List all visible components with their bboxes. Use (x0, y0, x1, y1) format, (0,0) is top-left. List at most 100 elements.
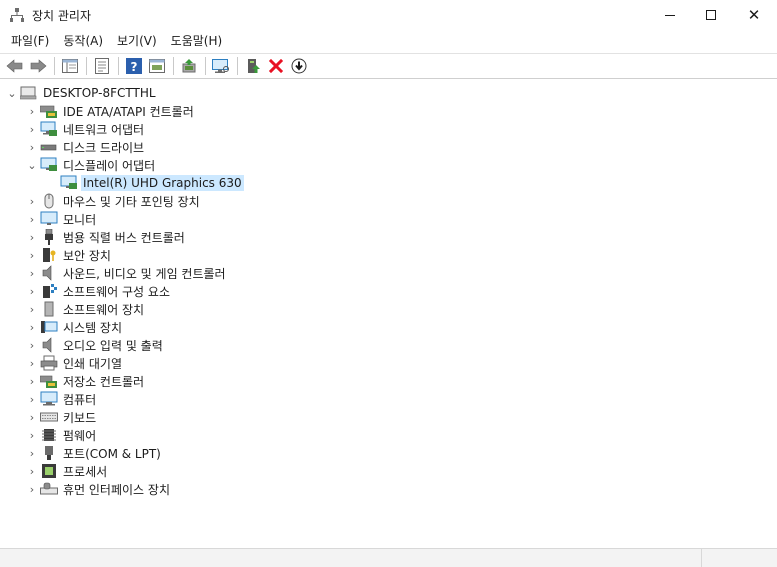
chevron-right-icon[interactable]: › (24, 300, 40, 318)
tree-category-system[interactable]: › 시스템 장치 (24, 318, 124, 336)
forward-button[interactable] (27, 55, 49, 77)
tree-category-sound[interactable]: › 사운드, 비디오 및 게임 컨트롤러 (24, 264, 228, 282)
tree-category-ports[interactable]: › 포트(COM & LPT) (24, 444, 163, 462)
minimize-icon (665, 14, 675, 16)
computer-icon (20, 85, 38, 101)
chevron-right-icon[interactable]: › (24, 228, 40, 246)
tree-category-label: 보안 장치 (63, 248, 111, 263)
menu-action[interactable]: 동작(A) (56, 30, 110, 52)
tree-category-label: 디스플레이 어댑터 (63, 158, 156, 173)
tree-category-label: 포트(COM & LPT) (63, 446, 161, 461)
tree-category-computer[interactable]: › 컴퓨터 (24, 390, 98, 408)
chevron-right-icon[interactable]: › (24, 480, 40, 498)
tree-category-label: 모니터 (63, 212, 97, 227)
chevron-right-icon[interactable]: › (24, 192, 40, 210)
chevron-right-icon[interactable]: › (24, 390, 40, 408)
tree-category-firmware[interactable]: › 펌웨어 (24, 426, 98, 444)
chevron-right-icon[interactable]: › (24, 372, 40, 390)
maximize-icon (706, 10, 716, 20)
chevron-down-icon[interactable]: ⌄ (24, 156, 40, 174)
menu-bar: 파일(F) 동작(A) 보기(V) 도움말(H) (0, 30, 777, 52)
tree-category-ide[interactable]: › IDE ATA/ATAPI 컨트롤러 (24, 102, 196, 120)
add-legacy-hardware-button[interactable] (242, 55, 264, 77)
mouse-icon (40, 193, 58, 209)
add-legacy-icon (248, 59, 260, 73)
chevron-right-icon[interactable]: › (24, 318, 40, 336)
show-hide-tree-button[interactable] (59, 55, 81, 77)
security-device-icon (40, 247, 58, 263)
tree-category-security[interactable]: › 보안 장치 (24, 246, 113, 264)
tree-category-label: IDE ATA/ATAPI 컨트롤러 (63, 104, 194, 119)
tree-category-monitor[interactable]: › 모니터 (24, 210, 98, 228)
toolbar-separator (118, 57, 119, 75)
software-device-icon (40, 301, 58, 317)
chevron-right-icon[interactable]: › (24, 444, 40, 462)
tree-category-mouse[interactable]: › 마우스 및 기타 포인팅 장치 (24, 192, 202, 210)
processor-icon (40, 463, 58, 479)
chevron-right-icon[interactable]: › (24, 102, 40, 120)
uninstall-button[interactable] (265, 55, 287, 77)
tree-device-intel-uhd-630[interactable]: Intel(R) UHD Graphics 630 (60, 174, 244, 192)
tree-category-usb[interactable]: › 범용 직렬 버스 컨트롤러 (24, 228, 187, 246)
tree-category-audio-io[interactable]: › 오디오 입력 및 출력 (24, 336, 165, 354)
tree-root[interactable]: ⌄ DESKTOP-8FCTTHL (4, 84, 158, 102)
disable-device-button[interactable] (288, 55, 310, 77)
tree-category-label: 디스크 드라이브 (63, 140, 145, 155)
tree-category-processor[interactable]: › 프로세서 (24, 462, 109, 480)
minimize-button[interactable] (647, 0, 693, 30)
chevron-right-icon[interactable]: › (24, 354, 40, 372)
details-view-button[interactable] (146, 55, 168, 77)
tree-category-software-device[interactable]: › 소프트웨어 장치 (24, 300, 146, 318)
menu-view[interactable]: 보기(V) (110, 30, 164, 52)
window-title: 장치 관리자 (32, 9, 92, 23)
back-icon (6, 59, 23, 73)
tree-category-label: 휴먼 인터페이스 장치 (63, 482, 170, 497)
close-icon: ✕ (747, 5, 761, 24)
menu-help[interactable]: 도움말(H) (164, 30, 230, 52)
chevron-right-icon[interactable]: › (24, 210, 40, 228)
tree-category-label: 소프트웨어 구성 요소 (63, 284, 170, 299)
monitor-icon (40, 211, 58, 227)
tree-category-label: 범용 직렬 버스 컨트롤러 (63, 230, 185, 245)
menu-file[interactable]: 파일(F) (4, 30, 56, 52)
properties-button[interactable] (91, 55, 113, 77)
tree-category-disk[interactable]: › 디스크 드라이브 (24, 138, 146, 156)
chevron-right-icon[interactable]: › (24, 408, 40, 426)
port-icon (40, 445, 58, 461)
properties-icon (95, 58, 109, 74)
chevron-right-icon[interactable]: › (24, 264, 40, 282)
tree-category-network[interactable]: › 네트워크 어댑터 (24, 120, 146, 138)
chevron-right-icon[interactable]: › (24, 138, 40, 156)
chevron-right-icon[interactable]: › (24, 336, 40, 354)
chevron-right-icon[interactable]: › (24, 120, 40, 138)
maximize-button[interactable] (688, 0, 734, 30)
close-button[interactable]: ✕ (731, 0, 777, 30)
status-pane (0, 549, 702, 567)
chevron-right-icon[interactable]: › (24, 282, 40, 300)
tree-root-label: DESKTOP-8FCTTHL (43, 86, 156, 100)
tree-category-software-component[interactable]: › 소프트웨어 구성 요소 (24, 282, 172, 300)
back-button[interactable] (4, 55, 26, 77)
help-button[interactable]: ? (123, 55, 145, 77)
audio-io-icon (40, 337, 58, 353)
toolbar: ? (0, 53, 777, 79)
tree-category-hid[interactable]: › 휴먼 인터페이스 장치 (24, 480, 172, 498)
storage-controller-icon (40, 373, 58, 389)
toolbar-separator (173, 57, 174, 75)
chevron-right-icon[interactable]: › (24, 462, 40, 480)
scan-hardware-button[interactable] (210, 55, 232, 77)
tree-category-storage-controller[interactable]: › 저장소 컨트롤러 (24, 372, 146, 390)
disk-drive-icon (40, 139, 58, 155)
chevron-right-icon[interactable]: › (24, 246, 40, 264)
tree-category-label: 컴퓨터 (63, 392, 97, 407)
tree-category-keyboard[interactable]: › 키보드 (24, 408, 98, 426)
tree-category-label: 키보드 (63, 410, 97, 425)
update-driver-button[interactable] (178, 55, 200, 77)
tree-category-display[interactable]: ⌄ 디스플레이 어댑터 (24, 156, 157, 174)
chevron-right-icon[interactable]: › (24, 426, 40, 444)
chevron-down-icon[interactable]: ⌄ (4, 84, 20, 102)
display-adapter-icon (60, 175, 78, 191)
tree-category-print-queue[interactable]: › 인쇄 대기열 (24, 354, 124, 372)
status-bar (0, 548, 777, 567)
software-component-icon (40, 283, 58, 299)
